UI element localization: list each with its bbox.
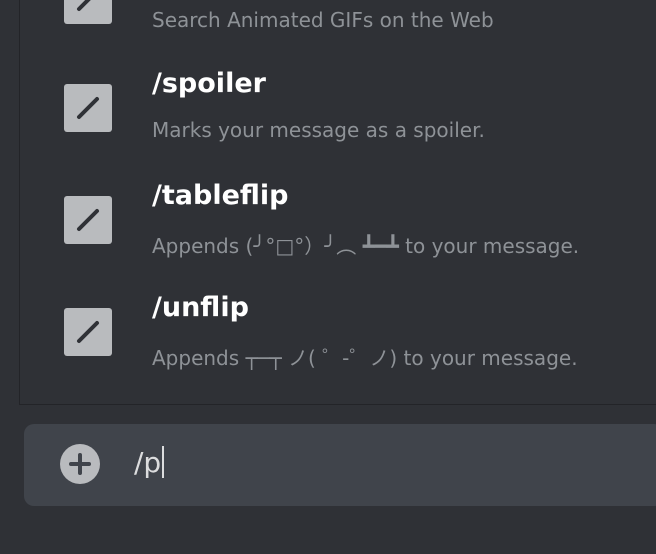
command-item-unflip[interactable]: /unflip Appends ┬─┬ ノ( ゜-゜ノ) to your mes…	[20, 280, 656, 392]
pencil-icon	[64, 308, 112, 356]
plus-circle-icon[interactable]	[60, 444, 100, 484]
text-caret	[162, 446, 165, 478]
command-item-gif[interactable]: Search Animated GIFs on the Web	[20, 0, 656, 56]
command-name: /spoiler	[152, 68, 266, 99]
message-composer: /p	[24, 424, 656, 506]
message-input-text: /p	[134, 446, 162, 479]
message-input[interactable]: /p	[134, 446, 165, 479]
command-name: /tableflip	[152, 180, 289, 211]
command-description: Marks your message as a spoiler.	[152, 118, 485, 142]
command-item-tableflip[interactable]: /tableflip Appends (╯°□°）╯︵ ┻━┻ to your …	[20, 168, 656, 280]
command-name: /unflip	[152, 292, 249, 323]
pencil-icon	[64, 196, 112, 244]
pencil-icon	[64, 84, 112, 132]
command-description: Appends ┬─┬ ノ( ゜-゜ノ) to your message.	[152, 346, 578, 370]
slash-command-popup: Search Animated GIFs on the Web /spoiler…	[20, 0, 656, 404]
command-item-spoiler[interactable]: /spoiler Marks your message as a spoiler…	[20, 56, 656, 168]
command-description: Appends (╯°□°）╯︵ ┻━┻ to your message.	[152, 234, 580, 258]
pencil-icon	[64, 0, 112, 24]
command-description: Search Animated GIFs on the Web	[152, 8, 494, 32]
